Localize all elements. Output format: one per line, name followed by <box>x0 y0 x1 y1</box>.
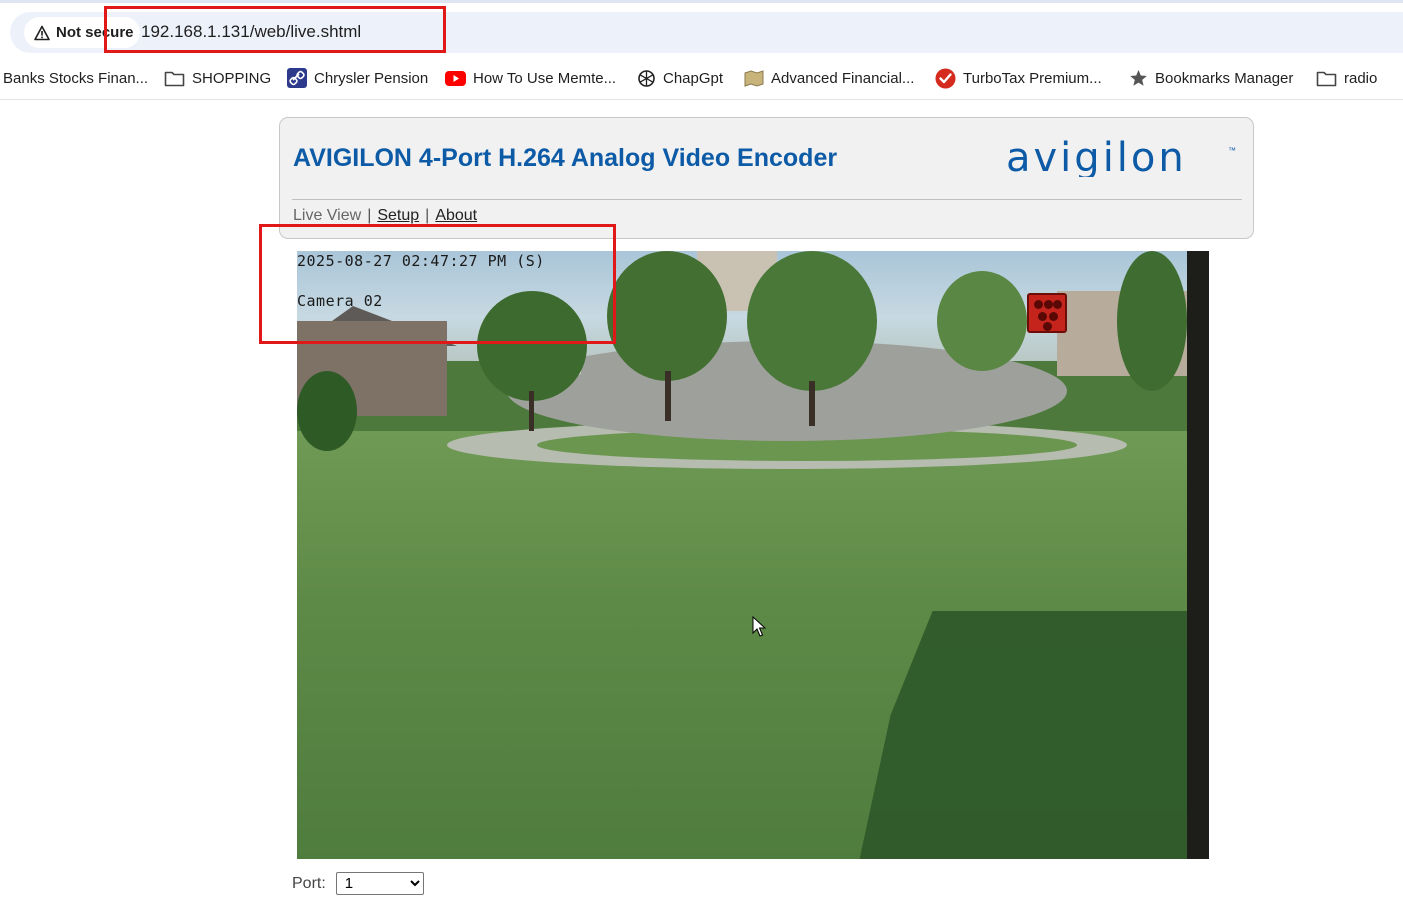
bookmark-label: SHOPPING <box>192 69 272 87</box>
bookmark-shopping[interactable]: SHOPPING <box>164 67 271 89</box>
bookmark-label: TurboTax Premium... <box>963 69 1102 87</box>
nav-separator: | <box>367 207 372 224</box>
port-selector-row: Port: 1 <box>292 872 424 895</box>
nav-about-link[interactable]: About <box>435 207 477 225</box>
camera-scene-tree-trunk <box>665 371 671 421</box>
encoder-header-panel: AVIGILON 4-Port H.264 Analog Video Encod… <box>279 117 1254 239</box>
camera-scene-tree <box>1117 251 1187 391</box>
camera-scene-tree-trunk <box>529 391 534 431</box>
bookmark-label: How To Use Memte... <box>473 69 617 87</box>
bookmark-advanced-financial[interactable]: Advanced Financial... <box>744 67 914 89</box>
camera-live-view[interactable]: 2025-08-27 02:47:27 PM (S) Camera 02 <box>297 251 1209 859</box>
camera-scene-tree-trunk <box>809 381 815 426</box>
star-icon <box>1130 70 1147 86</box>
warning-triangle-icon <box>34 25 50 40</box>
map-icon <box>744 69 764 87</box>
security-indicator-chip[interactable]: Not secure <box>24 17 140 48</box>
bookmark-label: Chrysler Pension <box>314 69 429 87</box>
bookmark-label: Bookmarks Manager <box>1155 69 1294 87</box>
camera-frame-edge <box>1187 251 1209 859</box>
youtube-icon <box>445 70 466 86</box>
header-divider <box>292 199 1242 200</box>
camera-scene-tree <box>607 251 727 381</box>
folder-icon <box>1316 71 1337 86</box>
port-select[interactable]: 1 <box>335 872 424 895</box>
avigilon-logo: avigilon <box>1006 135 1232 187</box>
bookmark-label: radio <box>1344 69 1378 87</box>
bookmark-label: Advanced Financial... <box>771 69 915 87</box>
link-icon <box>287 68 307 88</box>
camera-scene-tree <box>477 291 587 401</box>
omnibox[interactable]: Not secure 192.168.1.131/web/live.shtml <box>10 12 1403 53</box>
url-text[interactable]: 192.168.1.131/web/live.shtml <box>141 22 361 42</box>
bookmark-chrysler-pension[interactable]: Chrysler Pension <box>287 67 428 89</box>
camera-scene-tree <box>747 251 877 391</box>
camera-timestamp-overlay: 2025-08-27 02:47:27 PM (S) <box>297 252 545 270</box>
recording-indicator-icon <box>1027 293 1067 333</box>
openai-icon <box>638 69 655 87</box>
nav-live-view[interactable]: Live View <box>293 207 361 225</box>
address-bar-row: Not secure 192.168.1.131/web/live.shtml <box>0 3 1403 61</box>
camera-scene-shrub <box>297 371 357 451</box>
avigilon-logo-wordmark: avigilon <box>1006 135 1187 181</box>
bookmark-banks-stocks[interactable]: Banks Stocks Finan... <box>3 67 148 89</box>
chrome-divider <box>0 99 1403 100</box>
bookmark-bookmarks-manager[interactable]: Bookmarks Manager <box>1129 67 1293 89</box>
mouse-cursor-icon <box>752 616 766 637</box>
bookmark-label: Banks Stocks Finan... <box>3 69 149 87</box>
nav-separator: | <box>425 207 430 224</box>
bookmark-chapgpt[interactable]: ChapGpt <box>637 67 723 89</box>
camera-scene-tree <box>937 271 1027 371</box>
camera-name-overlay: Camera 02 <box>297 292 383 310</box>
encoder-nav: Live View | Setup | About <box>293 207 477 225</box>
bookmark-turbotax[interactable]: TurboTax Premium... <box>935 67 1102 89</box>
logo-trademark: ™ <box>1228 146 1236 155</box>
nav-setup-link[interactable]: Setup <box>377 207 419 225</box>
port-label: Port: <box>292 874 326 892</box>
svg-text:avigilon: avigilon <box>1006 137 1187 177</box>
page-title: AVIGILON 4-Port H.264 Analog Video Encod… <box>293 144 838 172</box>
folder-icon <box>164 71 185 86</box>
security-label: Not secure <box>56 24 134 41</box>
turbotax-check-icon <box>935 68 956 88</box>
bookmark-label: ChapGpt <box>663 69 724 87</box>
bookmark-memtest[interactable]: How To Use Memte... <box>445 67 616 89</box>
bookmarks-bar: Banks Stocks Finan... SHOPPING Chrysler … <box>0 61 1403 94</box>
bookmark-radio[interactable]: radio <box>1316 67 1377 89</box>
